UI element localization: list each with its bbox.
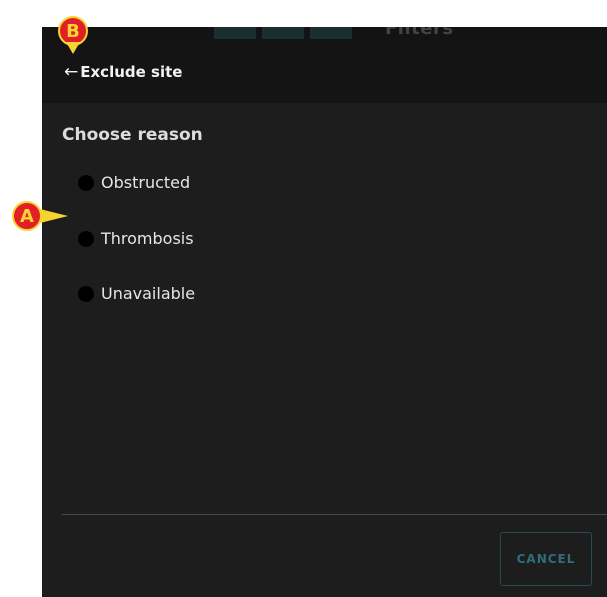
back-button[interactable]: ← Exclude site [64,62,182,82]
radio-button[interactable] [78,230,94,247]
reason-option-thrombosis[interactable]: Thrombosis [78,229,194,248]
callout-pointer-a [40,209,68,223]
radio-button[interactable] [78,174,94,191]
cancel-button[interactable]: CANCEL [500,532,592,586]
background-tab [214,27,256,39]
reason-option-label: Obstructed [101,173,191,192]
footer-divider [62,514,607,515]
reason-option-label: Thrombosis [101,229,194,248]
app-window: Filters ← Exclude site Choose reason Obs… [42,27,607,597]
background-tab [262,27,304,39]
callout-marker-a: A [12,201,42,231]
background-filters-label: Filters [385,27,454,39]
radio-button[interactable] [78,285,94,302]
callout-pointer-b [66,42,80,54]
back-arrow-icon[interactable]: ← [64,62,78,82]
reason-option-obstructed[interactable]: Obstructed [78,173,190,192]
reason-option-label: Unavailable [101,284,196,303]
panel-title: Exclude site [80,63,183,81]
panel-header: ← Exclude site [42,43,607,103]
background-tab [310,27,352,39]
background-toolbar: Filters [42,27,607,43]
reason-option-unavailable[interactable]: Unavailable [78,284,195,303]
choose-reason-heading: Choose reason [62,125,203,145]
